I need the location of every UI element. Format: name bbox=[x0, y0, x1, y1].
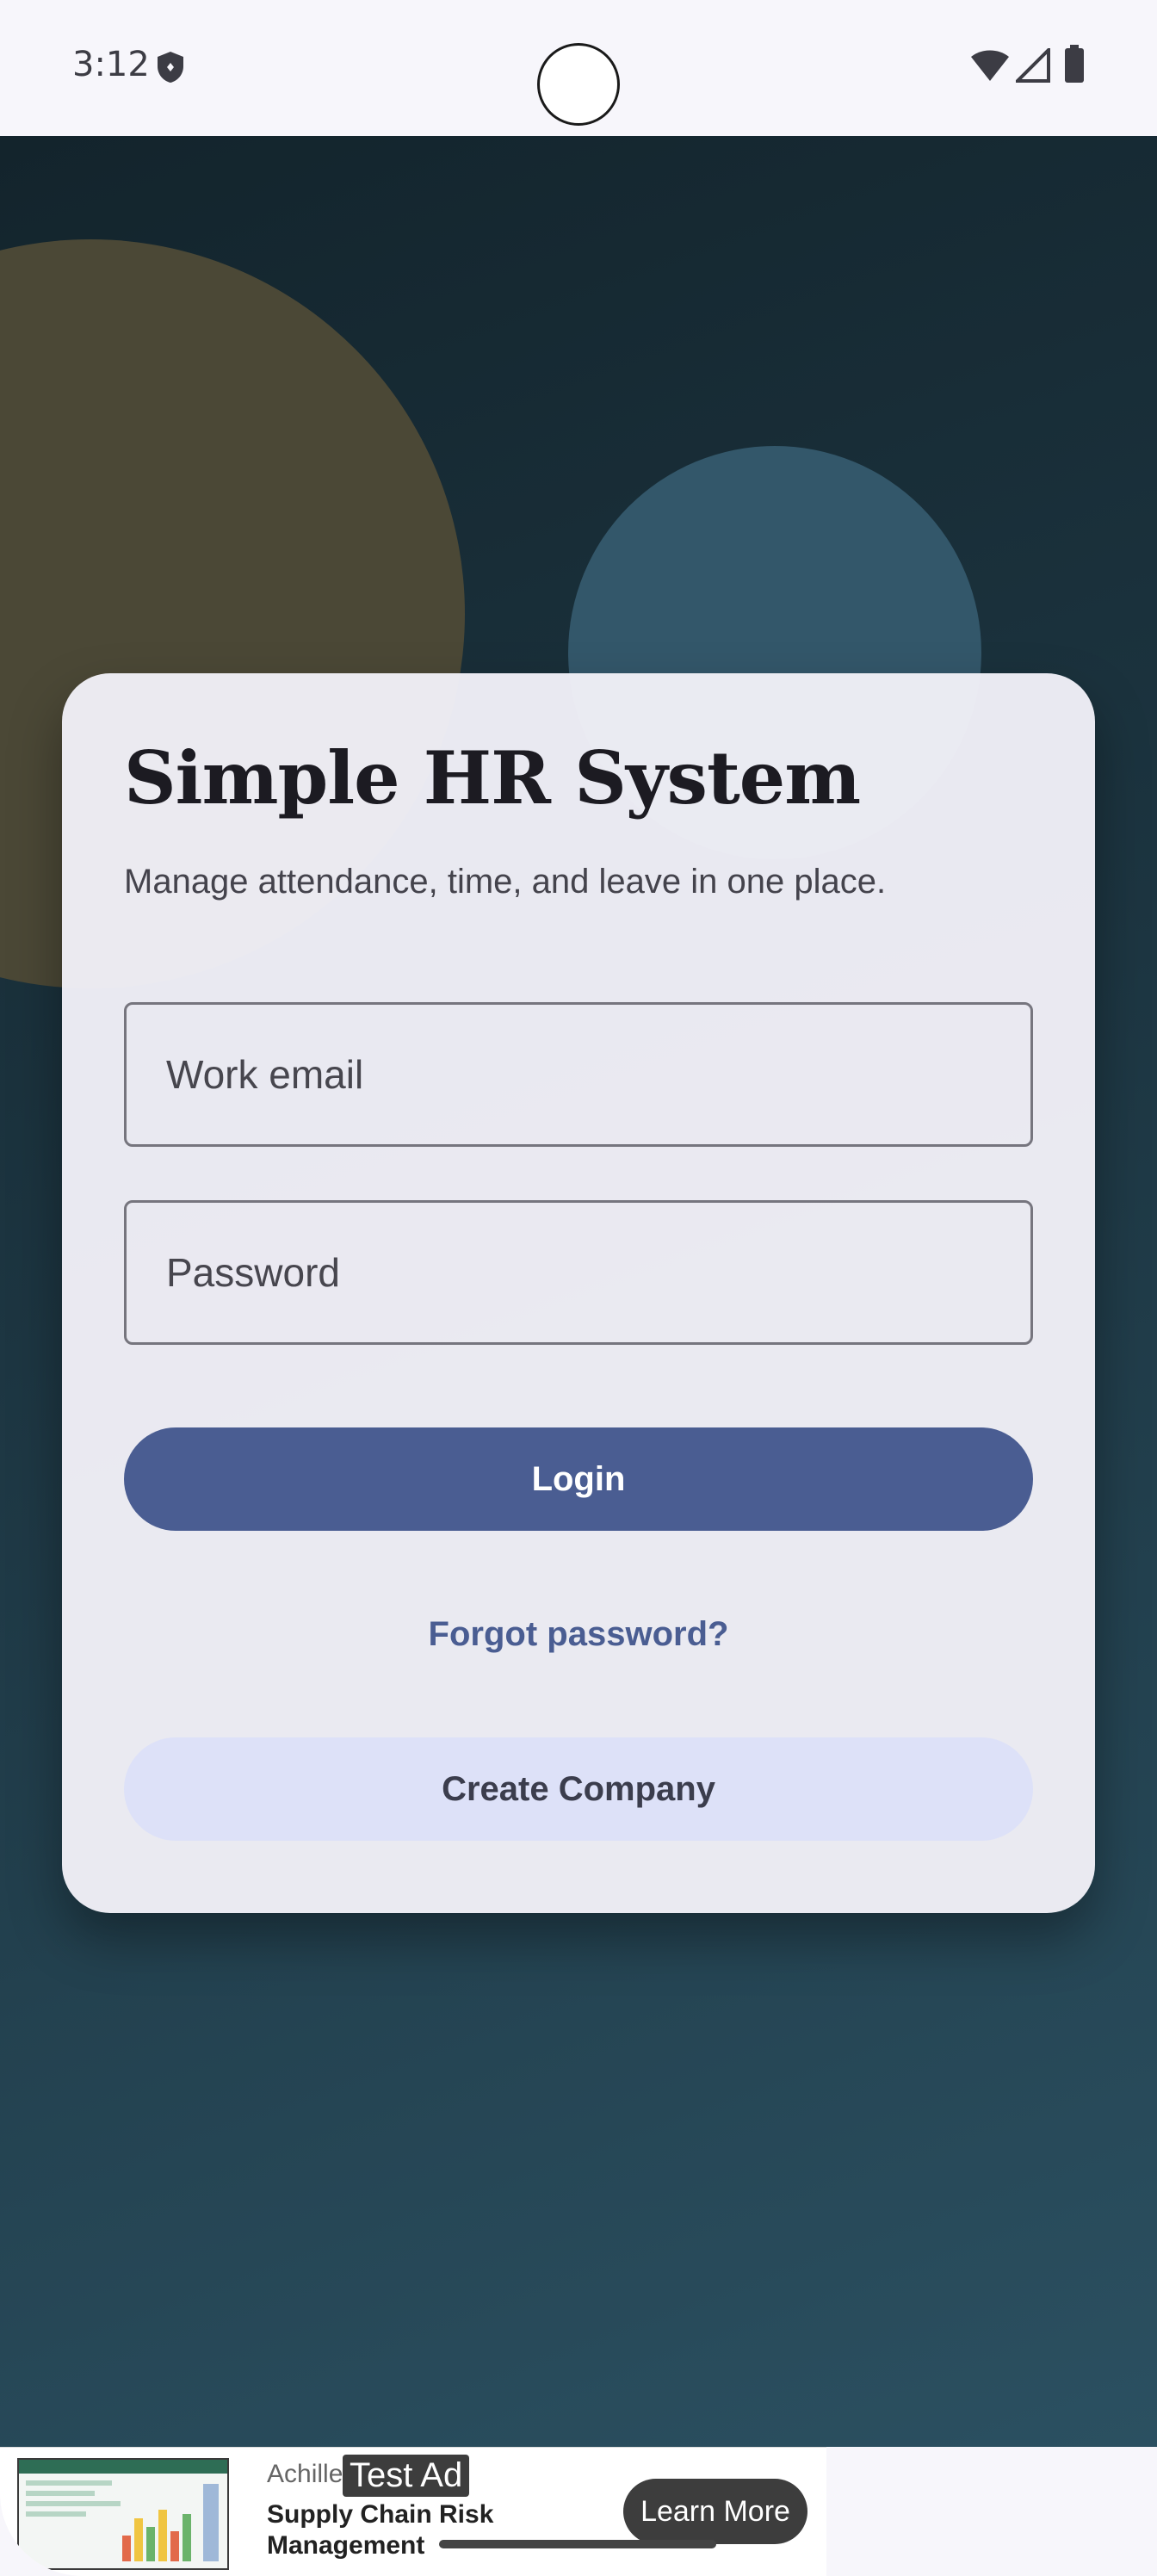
thumbnail-bar bbox=[122, 2536, 131, 2561]
thumbnail-row bbox=[26, 2511, 86, 2517]
app-title: Simple HR System bbox=[124, 735, 861, 820]
thumbnail-row bbox=[26, 2480, 112, 2486]
thumbnail-header bbox=[19, 2460, 227, 2474]
forgot-password-link[interactable]: Forgot password? bbox=[124, 1603, 1033, 1665]
test-ad-badge: Test Ad bbox=[343, 2455, 470, 2497]
password-input[interactable] bbox=[127, 1203, 1030, 1342]
thumbnail-bar bbox=[183, 2514, 191, 2561]
gesture-navigation-bar[interactable] bbox=[439, 2540, 716, 2548]
login-card: Simple HR System Manage attendance, time… bbox=[62, 673, 1095, 1913]
phone-screen: 3:12 Simple HR System Manage attendance,… bbox=[0, 0, 1157, 2576]
battery-icon bbox=[1065, 45, 1084, 83]
ad-banner[interactable]: Achille Test Ad Supply Chain Risk Manage… bbox=[0, 2447, 826, 2576]
thumbnail-bar bbox=[170, 2531, 179, 2561]
email-input[interactable] bbox=[127, 1005, 1030, 1144]
camera-cutout bbox=[537, 43, 620, 126]
thumbnail-bar bbox=[203, 2484, 219, 2561]
thumbnail-bar bbox=[146, 2527, 155, 2561]
thumbnail-row bbox=[26, 2501, 121, 2506]
thumbnail-row bbox=[26, 2491, 95, 2496]
password-field[interactable] bbox=[124, 1200, 1033, 1345]
login-button[interactable]: Login bbox=[124, 1427, 1033, 1531]
learn-more-button[interactable]: Learn More bbox=[623, 2479, 807, 2544]
signal-icon bbox=[1016, 48, 1050, 83]
ad-side-space bbox=[826, 2447, 1157, 2576]
status-time: 3:12 bbox=[72, 45, 150, 84]
app-subtitle: Manage attendance, time, and leave in on… bbox=[124, 863, 887, 901]
ad-thumbnail-image[interactable] bbox=[17, 2458, 229, 2570]
app-background: Simple HR System Manage attendance, time… bbox=[0, 136, 1157, 2447]
shield-icon bbox=[158, 52, 183, 83]
create-company-button[interactable]: Create Company bbox=[124, 1737, 1033, 1841]
wifi-icon bbox=[971, 50, 1009, 81]
thumbnail-bar bbox=[134, 2518, 143, 2561]
email-field[interactable] bbox=[124, 1002, 1033, 1147]
thumbnail-bar bbox=[158, 2510, 167, 2561]
status-bar: 3:12 bbox=[0, 0, 1157, 136]
ad-brand-name: Achille bbox=[267, 2460, 343, 2488]
ad-headline[interactable]: Supply Chain Risk Management bbox=[267, 2499, 577, 2561]
